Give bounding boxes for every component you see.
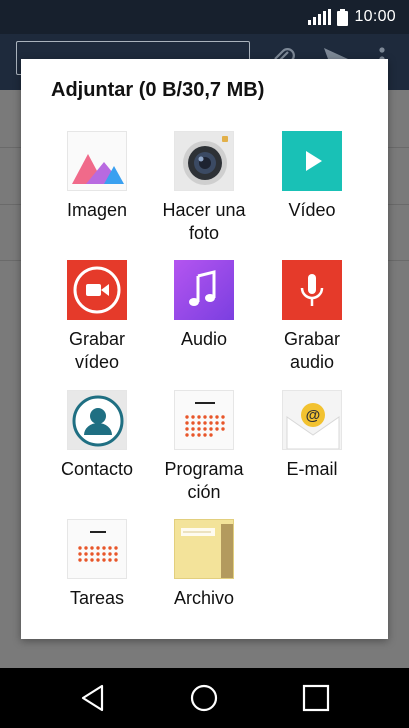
option-label: Tareas	[69, 588, 125, 608]
option-label: Contacto	[60, 459, 134, 479]
option-schedule[interactable]: Programa ción	[149, 390, 259, 504]
tasks-icon	[67, 519, 127, 579]
option-label: E-mail	[286, 459, 338, 479]
battery-icon	[337, 8, 349, 26]
svg-text:@: @	[306, 407, 321, 424]
option-label: Imagen	[66, 200, 128, 220]
status-icons: 10:00	[308, 6, 396, 28]
calendar-icon	[174, 390, 234, 450]
status-bar: 10:00	[0, 0, 409, 34]
dialog-title: Adjuntar (0 B/30,7 MB)	[51, 79, 265, 101]
option-email[interactable]: @ E-mail	[257, 390, 367, 481]
option-record-audio[interactable]: Grabar audio	[257, 260, 367, 374]
recents-icon[interactable]	[300, 682, 332, 714]
option-audio[interactable]: Audio	[149, 260, 259, 351]
back-icon[interactable]	[78, 682, 110, 714]
camera-icon	[174, 131, 234, 191]
navigation-bar	[0, 668, 409, 728]
option-tasks[interactable]: Tareas	[42, 519, 152, 610]
contact-icon	[67, 390, 127, 450]
option-record-video[interactable]: Grabar vídeo	[42, 260, 152, 374]
video-icon	[282, 131, 342, 191]
option-label: Programa ción	[164, 459, 244, 502]
record-video-icon	[67, 260, 127, 320]
option-label: Vídeo	[288, 200, 336, 220]
email-icon: @	[282, 390, 342, 450]
option-label: Hacer una foto	[162, 200, 246, 243]
option-file[interactable]: Archivo	[149, 519, 259, 610]
home-icon[interactable]	[188, 682, 220, 714]
option-take-photo[interactable]: Hacer una foto	[149, 131, 259, 245]
option-label: Grabar audio	[283, 329, 341, 372]
option-label: Archivo	[173, 588, 235, 608]
audio-icon	[174, 260, 234, 320]
option-label: Audio	[180, 329, 228, 349]
option-contact[interactable]: Contacto	[42, 390, 152, 481]
record-audio-icon	[282, 260, 342, 320]
option-image[interactable]: Imagen	[42, 131, 152, 222]
option-video[interactable]: Vídeo	[257, 131, 367, 222]
signal-icon	[308, 9, 332, 25]
gallery-icon	[67, 131, 127, 191]
option-label: Grabar vídeo	[68, 329, 126, 372]
attach-dialog: Adjuntar (0 B/30,7 MB) Imagen Hacer una	[21, 59, 388, 639]
file-folder-icon	[174, 519, 234, 579]
status-time: 10:00	[354, 8, 396, 25]
